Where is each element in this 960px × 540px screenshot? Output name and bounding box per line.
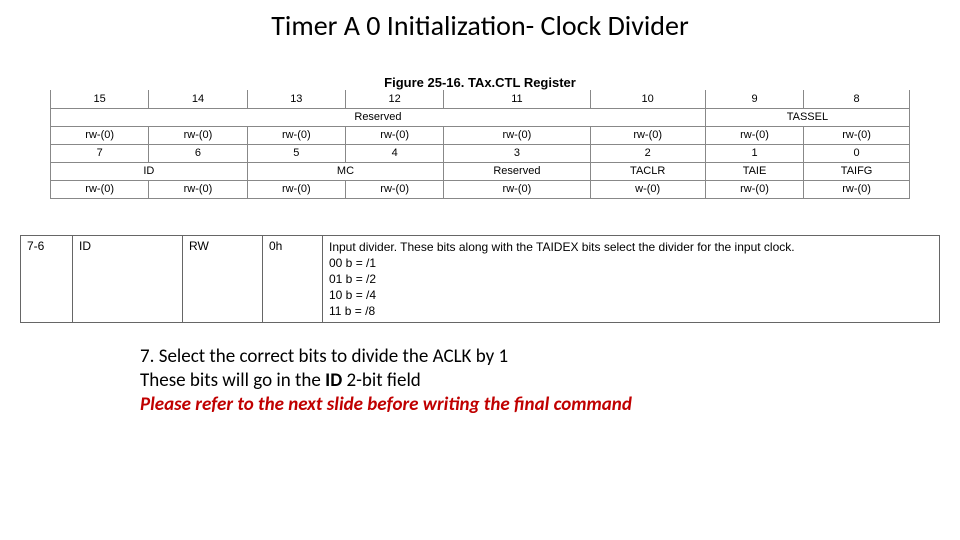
- bit-num: 14: [149, 90, 247, 108]
- rw-cell: rw-(0): [444, 126, 590, 144]
- field-taifg: TAIFG: [804, 162, 910, 180]
- desc-field: ID: [73, 235, 183, 323]
- bit-num: 8: [804, 90, 910, 108]
- rw-cell: rw-(0): [804, 180, 910, 198]
- desc-intro: Input divider. These bits along with the…: [329, 240, 795, 254]
- bit-num: 11: [444, 90, 590, 108]
- desc-reset: 0h: [263, 235, 323, 323]
- bit-num: 12: [345, 90, 443, 108]
- rw-cell: rw-(0): [705, 180, 803, 198]
- bit-num: 9: [705, 90, 803, 108]
- bit-num: 0: [804, 144, 910, 162]
- rw-cell: rw-(0): [590, 126, 705, 144]
- desc-text: Input divider. These bits along with the…: [323, 235, 940, 323]
- desc-opt-2: 10 b = /4: [329, 288, 376, 302]
- instruction-line-3: Please refer to the next slide before wr…: [140, 393, 960, 417]
- desc-opt-0: 00 b = /1: [329, 256, 376, 270]
- register-bit-table: 15 14 13 12 11 10 9 8 Reserved TASSEL rw…: [50, 90, 910, 199]
- desc-bits: 7-6: [21, 235, 73, 323]
- page-title: Timer A 0 Initialization- Clock Divider: [0, 0, 960, 43]
- bit-num: 1: [705, 144, 803, 162]
- instruction-line-2a: These bits will go in the: [140, 369, 325, 392]
- field-reserved-low: Reserved: [444, 162, 590, 180]
- bit-num: 5: [247, 144, 345, 162]
- instruction-line-2b: 2-bit field: [342, 369, 421, 392]
- rw-cell: rw-(0): [345, 180, 443, 198]
- rw-cell: w-(0): [590, 180, 705, 198]
- field-description-table: 7-6 ID RW 0h Input divider. These bits a…: [20, 235, 940, 324]
- bit-num: 6: [149, 144, 247, 162]
- instruction-line-2: These bits will go in the ID 2-bit field: [140, 369, 960, 393]
- rw-cell: rw-(0): [705, 126, 803, 144]
- figure-caption: Figure 25-16. TAx.CTL Register: [0, 75, 960, 90]
- field-mc: MC: [247, 162, 444, 180]
- bit-num: 2: [590, 144, 705, 162]
- rw-cell: rw-(0): [149, 126, 247, 144]
- desc-opt-1: 01 b = /2: [329, 272, 376, 286]
- rw-cell: rw-(0): [247, 180, 345, 198]
- instruction-block: 7. Select the correct bits to divide the…: [140, 345, 960, 416]
- instruction-line-1: 7. Select the correct bits to divide the…: [140, 345, 960, 369]
- bit-num: 7: [51, 144, 149, 162]
- bit-num: 3: [444, 144, 590, 162]
- bit-num: 4: [345, 144, 443, 162]
- desc-mode: RW: [183, 235, 263, 323]
- field-id: ID: [51, 162, 248, 180]
- desc-opt-3: 11 b = /8: [329, 304, 375, 318]
- rw-cell: rw-(0): [51, 126, 149, 144]
- bit-num: 15: [51, 90, 149, 108]
- rw-cell: rw-(0): [51, 180, 149, 198]
- field-tassel: TASSEL: [705, 108, 909, 126]
- field-taie: TAIE: [705, 162, 803, 180]
- rw-cell: rw-(0): [149, 180, 247, 198]
- bit-num: 13: [247, 90, 345, 108]
- rw-cell: rw-(0): [444, 180, 590, 198]
- field-reserved-high: Reserved: [51, 108, 706, 126]
- field-taclr: TACLR: [590, 162, 705, 180]
- rw-cell: rw-(0): [247, 126, 345, 144]
- rw-cell: rw-(0): [345, 126, 443, 144]
- instruction-id-strong: ID: [325, 369, 342, 392]
- rw-cell: rw-(0): [804, 126, 910, 144]
- bit-num: 10: [590, 90, 705, 108]
